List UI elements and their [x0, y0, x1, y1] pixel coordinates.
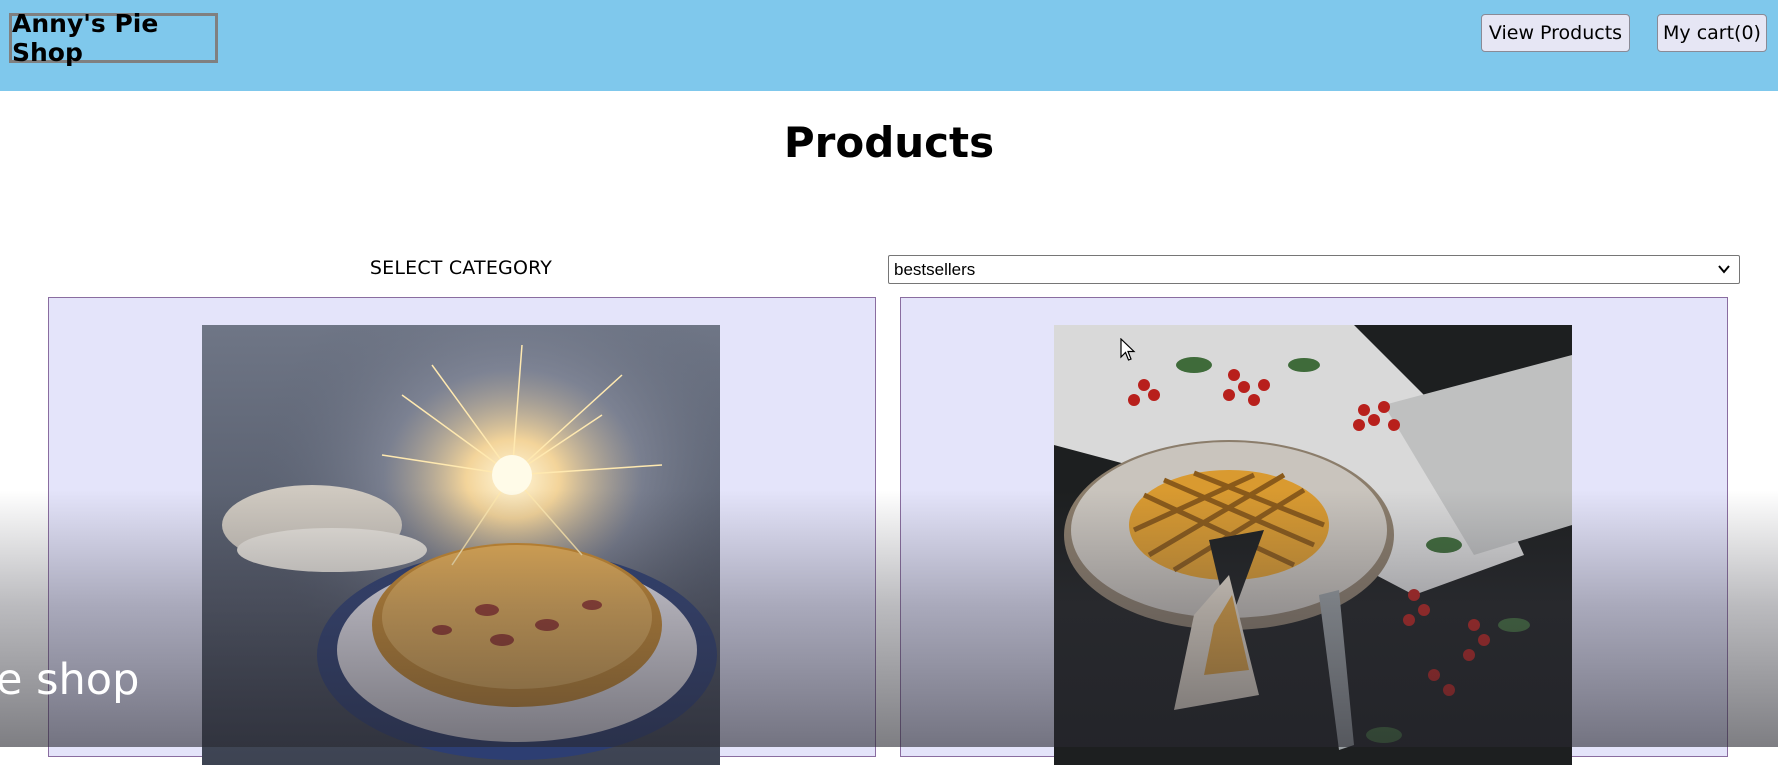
category-label: SELECT CATEGORY: [369, 257, 553, 279]
lattice-pie-with-berries-image[interactable]: [1054, 325, 1572, 765]
view-products-button[interactable]: View Products: [1481, 14, 1630, 52]
category-selected-value: bestsellers: [894, 259, 976, 279]
product-card[interactable]: [48, 297, 876, 765]
top-header: Anny's Pie Shop View Products My cart(0): [0, 0, 1778, 91]
page-title: Products: [783, 118, 995, 167]
mouse-cursor-icon: [1120, 338, 1136, 361]
chevron-down-icon: [1718, 265, 1730, 274]
overlay-caption: e shop: [0, 655, 140, 705]
category-select[interactable]: bestsellers: [888, 255, 1740, 284]
my-cart-button[interactable]: My cart(0): [1657, 14, 1767, 52]
pie-with-sparklers-image[interactable]: [202, 325, 720, 765]
product-card[interactable]: [900, 297, 1728, 765]
shop-logo[interactable]: Anny's Pie Shop: [9, 9, 218, 67]
